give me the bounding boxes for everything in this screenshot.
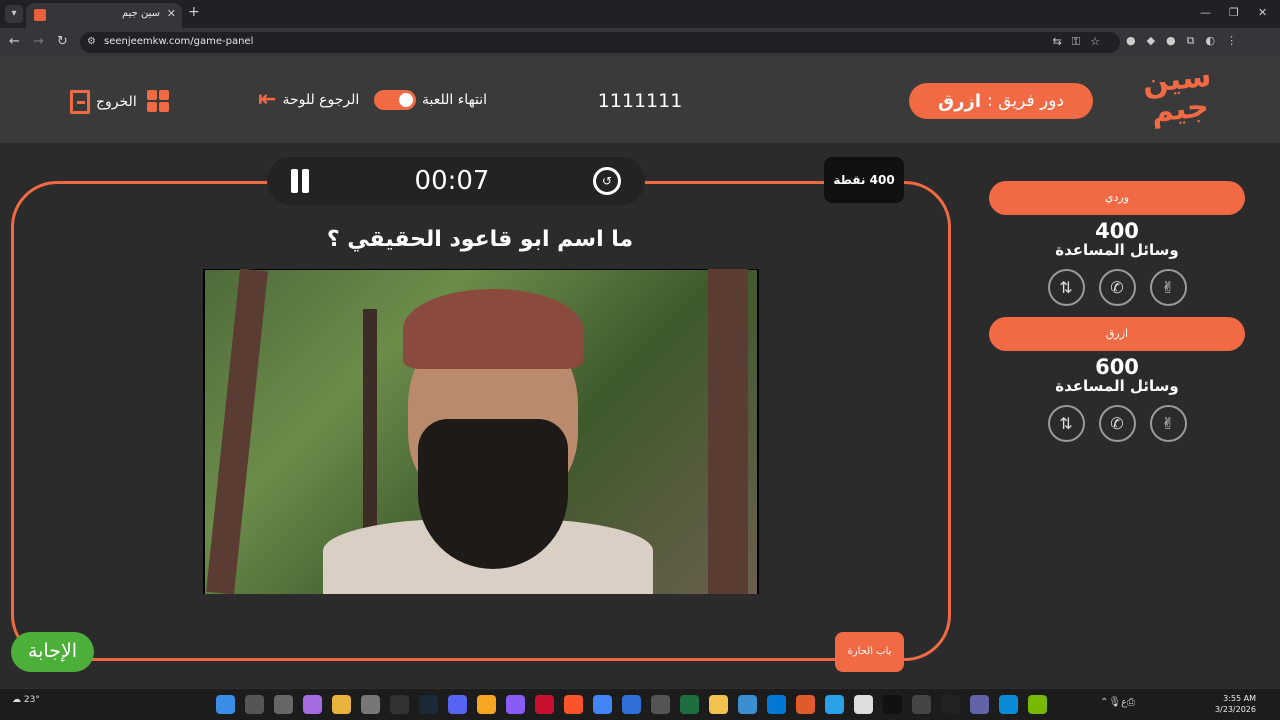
app-icon[interactable] (796, 695, 815, 714)
rockstar-icon[interactable] (477, 695, 496, 714)
pit-hole-icon[interactable]: ⇅ (1047, 269, 1085, 306)
app-icon[interactable] (825, 695, 844, 714)
team-card: ازرق 600 وسائل المساعدة ✌ ✆ ⇅ (989, 317, 1245, 442)
start-icon[interactable] (216, 695, 235, 714)
two-answers-hand-icon[interactable]: ✌ (1149, 405, 1187, 442)
epic-games-icon[interactable] (390, 695, 409, 714)
nvidia-icon[interactable] (1028, 695, 1047, 714)
reload-icon[interactable]: ↻ (57, 34, 68, 49)
system-tray[interactable]: ⌃🎙ع⎙ (1100, 697, 1135, 708)
points-badge: 400 نقطة (824, 157, 904, 203)
app-icon[interactable] (680, 695, 699, 714)
answer-button[interactable]: الإجابة (11, 632, 94, 672)
reset-timer-icon[interactable]: ↺ (593, 167, 621, 195)
team-turn-indicator: دور فريق : ازرق (909, 83, 1093, 119)
logo: سين جيم (1140, 58, 1213, 130)
exit-door-icon (70, 90, 90, 114)
question-image (203, 269, 759, 594)
notepad-icon[interactable] (854, 695, 873, 714)
app-icon[interactable] (506, 695, 525, 714)
app-icon[interactable] (651, 695, 670, 714)
minimize-icon[interactable]: — (1200, 6, 1211, 19)
chrome-icon[interactable] (593, 695, 612, 714)
browser-tab[interactable]: سين جيم ✕ (26, 3, 182, 28)
exit-label: الخروج (96, 94, 137, 110)
board-button[interactable] (147, 90, 169, 112)
turn-label: دور فريق : (987, 91, 1064, 111)
phone-call-icon[interactable]: ✆ (1098, 405, 1136, 442)
grid-icon (147, 90, 169, 112)
pit-hole-icon[interactable]: ⇅ (1047, 405, 1085, 442)
phone-call-icon[interactable]: ✆ (1098, 269, 1136, 306)
question-text: ما اسم ابو قاعود الحقيقي ؟ (326, 227, 634, 252)
app-icon[interactable] (941, 695, 960, 714)
back-to-board-label: الرجوع للوحة (282, 92, 360, 108)
search-icon[interactable] (245, 695, 264, 714)
team-name: وردي (989, 181, 1245, 215)
url-text: seenjeemkw.com/game-panel (104, 36, 254, 47)
browser-tabbar: ▾ سين جيم ✕ + — ❐ ✕ (0, 0, 1280, 28)
back-to-board-button[interactable]: الرجوع للوحة ⇤ (258, 87, 360, 112)
category-tag: باب الحارة (835, 632, 904, 672)
aids-label: وسائل المساعدة (1055, 377, 1179, 395)
exit-button[interactable]: الخروج (70, 90, 137, 114)
game-header: سين جيم دور فريق : ازرق 1111111 انتهاء ا… (0, 57, 1280, 143)
file-explorer-icon[interactable] (332, 695, 351, 714)
team-card: وردي 400 وسائل المساعدة ✌ ✆ ⇅ (989, 181, 1245, 306)
new-tab-button[interactable]: + (188, 4, 200, 20)
clock-time: 3:55 AM (1223, 694, 1256, 703)
tab-favicon-icon (34, 9, 46, 21)
close-window-icon[interactable]: ✕ (1258, 6, 1267, 19)
tab-title: سين جيم (122, 8, 161, 19)
two-answers-hand-icon[interactable]: ✌ (1149, 269, 1187, 306)
aids-label: وسائل المساعدة (1055, 241, 1179, 259)
aids-row: ✌ ✆ ⇅ (989, 269, 1245, 306)
copilot-icon[interactable] (303, 695, 322, 714)
browser-toolbar: ← → ↻ ⚙ seenjeemkw.com/game-panel ⇆⚿☆ (0, 28, 1280, 57)
address-bar[interactable]: ⚙ seenjeemkw.com/game-panel ⇆⚿☆ (80, 32, 1120, 53)
steam-icon[interactable] (419, 695, 438, 714)
weather-widget[interactable]: ☁ 23° (12, 695, 40, 705)
app-icon[interactable] (738, 695, 757, 714)
settings-icon[interactable] (361, 695, 380, 714)
app-icon[interactable] (912, 695, 931, 714)
teams-icon[interactable] (970, 695, 989, 714)
store-icon[interactable] (767, 695, 786, 714)
app-icon[interactable] (999, 695, 1018, 714)
pause-icon[interactable] (289, 169, 311, 193)
restore-icon[interactable]: ❐ (1229, 6, 1239, 19)
brave-icon[interactable] (564, 695, 583, 714)
end-game-label: انتهاء اللعبة (422, 92, 488, 108)
task-view-icon[interactable] (274, 695, 293, 714)
back-icon[interactable]: ← (9, 34, 20, 49)
app-icon[interactable] (883, 695, 902, 714)
turn-team-name: ازرق (938, 90, 982, 112)
discord-icon[interactable] (448, 695, 467, 714)
timer-bar: 00:07 ↺ (267, 157, 645, 205)
game-code: 1111111 (597, 90, 683, 112)
toggle-switch-icon[interactable] (374, 90, 416, 110)
team-score: 600 (1095, 355, 1139, 379)
windows-taskbar: ☁ 23° ⌃🎙ع⎙ 3:55 AM 3/23/2026 (0, 688, 1280, 720)
weather-temp: 23° (23, 695, 40, 705)
app-icon[interactable] (535, 695, 554, 714)
extension-icons[interactable]: ●◆●⧉◐⋮ (1126, 34, 1248, 48)
forward-icon[interactable]: → (33, 34, 44, 49)
omnibox-actions[interactable]: ⇆⚿☆ (1053, 35, 1110, 49)
site-info-icon[interactable]: ⚙ (87, 36, 96, 47)
clock[interactable]: 3:55 AM 3/23/2026 (1206, 693, 1256, 715)
app-icon[interactable] (622, 695, 641, 714)
end-game-toggle[interactable]: انتهاء اللعبة (374, 90, 487, 110)
timer-display: 00:07 (414, 166, 490, 196)
app-icon[interactable] (709, 695, 728, 714)
taskbar-apps (216, 695, 1047, 714)
tab-list-button[interactable]: ▾ (5, 5, 23, 23)
clock-date: 3/23/2026 (1214, 705, 1256, 714)
game-panel: 00:07 ↺ 400 نقطة ما اسم ابو قاعود الحقيق… (0, 143, 1280, 688)
team-score: 400 (1095, 219, 1139, 243)
aids-row: ✌ ✆ ⇅ (989, 405, 1245, 442)
arrow-left-icon: ⇤ (258, 87, 277, 112)
team-name: ازرق (989, 317, 1245, 351)
tab-close-icon[interactable]: ✕ (167, 7, 176, 20)
